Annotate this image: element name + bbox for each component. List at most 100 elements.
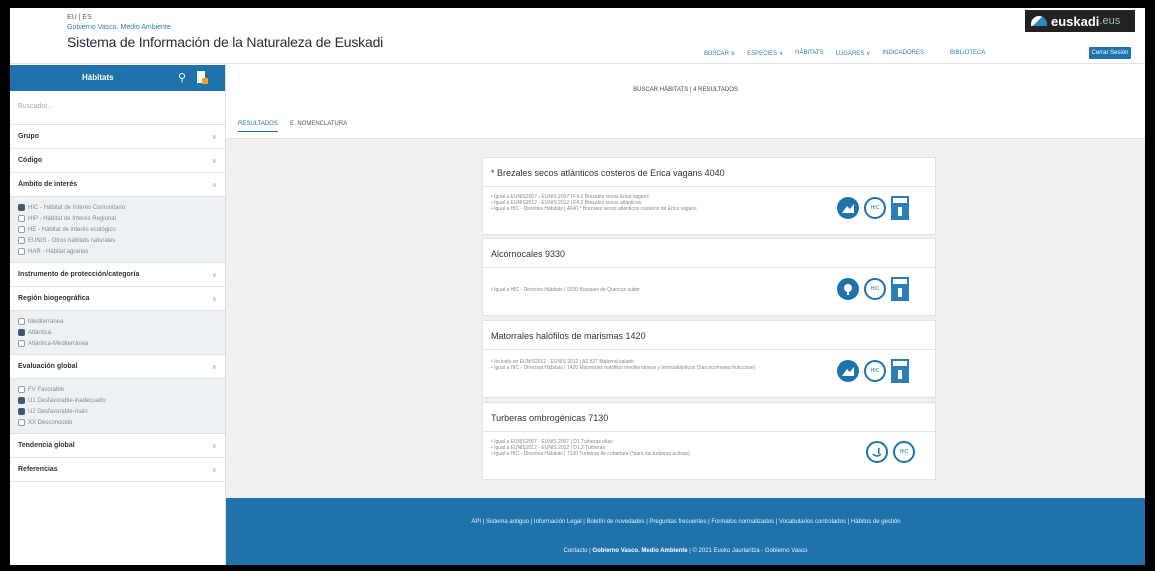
search-input[interactable]: Buscador... (10, 91, 225, 125)
hic-icon[interactable]: HIC (864, 360, 886, 382)
checkbox[interactable] (18, 248, 25, 255)
hic-icon[interactable]: HIC (864, 197, 886, 219)
checkbox[interactable] (18, 340, 25, 347)
euskadi-logo-icon (1031, 16, 1047, 26)
footer-copyright: Contacto | Gobierno Vasco. Medio Ambient… (563, 548, 808, 554)
map-icon[interactable] (196, 70, 208, 85)
option-region-0[interactable]: Mediterránea (18, 316, 217, 327)
nav-habitats[interactable]: HÁBITATS (795, 50, 823, 57)
filter-codigo[interactable]: Código ∨ (10, 149, 225, 173)
search-icon[interactable]: ⚲ (178, 71, 186, 84)
logo-text: euskadi (1051, 13, 1100, 29)
checkbox[interactable] (18, 397, 25, 404)
option-evaluacion-2[interactable]: U2 Desfavorable-malo (18, 406, 217, 417)
nav-buscar[interactable]: Buscar ∨ (704, 50, 735, 57)
copyright-text: © 2021 Eusko Jaurlaritza - Gobierno Vasc… (692, 548, 808, 554)
wetland-icon[interactable] (866, 441, 888, 463)
habitat-card[interactable]: Turberas ombrogénicas 7130 • Igual a EUN… (482, 402, 936, 480)
filter-sidebar: Hábitats ⚲ Buscador... Grupo ∨ Código ∨ Ám… (10, 65, 226, 565)
option-ambito-2[interactable]: HE - Hábitat de interés ecológico (18, 224, 217, 235)
site-footer: API | Sistema antiguo | Información Lega… (226, 498, 1145, 565)
option-ambito-1[interactable]: HIP - Hábitat de Interés Regional (18, 213, 217, 224)
footer-links[interactable]: API | Sistema antiguo | Información Lega… (386, 518, 986, 527)
option-evaluacion-1[interactable]: U1 Desfavorable-inadecuado (18, 395, 217, 406)
tab-resultados[interactable]: RESULTADOS (238, 121, 278, 132)
ficha-icon[interactable] (891, 196, 909, 220)
nav-lugares[interactable]: LUGARES ∨ (836, 50, 871, 57)
habitat-title[interactable]: Turberas ombrogénicas 7130 (491, 413, 608, 423)
hic-icon[interactable]: HIC (893, 441, 915, 463)
chevron-down-icon: ∨ (211, 133, 217, 141)
sidebar-title: Hábitats (82, 73, 114, 82)
chevron-up-icon: ∧ (211, 295, 217, 303)
filter-evaluacion[interactable]: Evaluación global ∧ (10, 355, 225, 379)
habitat-card[interactable]: Matorrales halófilos de marismas 1420 • … (482, 320, 936, 398)
checkbox[interactable] (18, 215, 25, 222)
habitat-relations: • Incluido en EUNIS2012 - EUNIS 2012 | A… (491, 359, 756, 371)
habitat-title[interactable]: Alcornocales 9330 (491, 249, 565, 259)
habitat-relations: • Igual a HIC - Directiva Hábitats | 933… (491, 287, 640, 293)
checkbox[interactable] (18, 226, 25, 233)
option-ambito-3[interactable]: EUNIS - Otros hábitats naturales (18, 235, 217, 246)
filter-tendencia[interactable]: Tendencia global ∨ (10, 434, 225, 458)
habitat-icon[interactable] (837, 360, 859, 382)
ficha-icon[interactable] (891, 277, 909, 301)
org-link[interactable]: Gobierno Vasco. Medio Ambiente (592, 548, 687, 554)
option-evaluacion-3[interactable]: XX Desconocido (18, 417, 217, 428)
checkbox[interactable] (18, 419, 25, 426)
filter-region[interactable]: Región biogeográfica ∧ (10, 287, 225, 311)
filter-ambito[interactable]: Ámbito de interés ∧ (10, 173, 225, 197)
hic-icon[interactable]: HIC (864, 278, 886, 300)
checkbox[interactable] (18, 237, 25, 244)
logo-suffix: .eus (1099, 15, 1121, 27)
filter-grupo[interactable]: Grupo ∨ (10, 125, 225, 149)
option-region-1[interactable]: Atlántica (18, 327, 217, 338)
filter-instrumento[interactable]: Instrumento de protección/categoría ∨ (10, 263, 225, 287)
chevron-down-icon: ∨ (211, 466, 217, 474)
evaluacion-options: FV Favorable U1 Desfavorable-inadecuado … (10, 379, 225, 434)
logout-button[interactable]: Cerrar Sesión (1089, 47, 1131, 59)
ficha-icon[interactable] (891, 359, 909, 383)
chevron-up-icon: ∧ (211, 363, 217, 371)
language-switcher[interactable]: EU | ES (67, 14, 92, 21)
nav-especies[interactable]: ESPECIES ∨ (747, 50, 783, 57)
tab-nomenclatura[interactable]: E. NOMENCLATURA (290, 121, 347, 127)
results-count: BUSCAR HÁBITATS | 4 RESULTADOS (633, 87, 738, 93)
habitat-relations: • Igual a EUNIS2007 - EUNIS 2007 | D1 Tu… (491, 439, 690, 457)
browser-viewport: EU | ES Gobierno Vasco. Medio Ambiente S… (10, 8, 1145, 565)
habitat-title[interactable]: * Brezales secos atlánticos costeros de … (491, 168, 725, 178)
option-ambito-0[interactable]: HIC - Hábitat de Interés Comunitario (18, 202, 217, 213)
checkbox[interactable] (18, 329, 25, 336)
gov-link[interactable]: Gobierno Vasco. Medio Ambiente (67, 24, 171, 31)
habitat-relations: • Igual a EUNIS2007 - EUNIS 2007 | F4.2 … (491, 194, 697, 212)
option-evaluacion-0[interactable]: FV Favorable (18, 384, 217, 395)
results-bar: BUSCAR HÁBITATS | 4 RESULTADOS (226, 65, 1145, 105)
checkbox[interactable] (18, 318, 25, 325)
chevron-down-icon: ∨ (211, 442, 217, 450)
contact-link[interactable]: Contacto (563, 548, 587, 554)
option-region-2[interactable]: Atlántica-Mediterránea (18, 338, 217, 349)
sidebar-header: Hábitats ⚲ (10, 65, 225, 91)
option-ambito-4[interactable]: HAR - Hábitat agrarios (18, 246, 217, 257)
nav-indicadores[interactable]: INDICADORES (882, 50, 924, 57)
habitat-icon[interactable] (837, 197, 859, 219)
top-nav: Buscar ∨ ESPECIES ∨ HÁBITATS LUGARES ∨ I… (704, 50, 985, 57)
region-options: Mediterránea Atlántica Atlántica-Mediter… (10, 311, 225, 355)
results-area: BUSCAR HÁBITATS | 4 RESULTADOS RESULTADO… (226, 65, 1145, 498)
checkbox[interactable] (18, 408, 25, 415)
filter-referencias[interactable]: Referencias ∨ (10, 458, 225, 482)
tab-bar: RESULTADOS E. NOMENCLATURA (226, 105, 1145, 139)
habitat-card[interactable]: Alcornocales 9330 • Igual a HIC - Direct… (482, 238, 936, 316)
site-header: EU | ES Gobierno Vasco. Medio Ambiente S… (10, 8, 1145, 64)
chevron-down-icon: ∨ (211, 157, 217, 165)
checkbox[interactable] (18, 386, 25, 393)
nav-biblioteca[interactable]: BIBLIOTECA (950, 50, 985, 57)
habitat-card[interactable]: * Brezales secos atlánticos costeros de … (482, 157, 936, 235)
forest-icon[interactable] (837, 278, 859, 300)
site-title[interactable]: Sistema de Información de la Naturaleza … (67, 34, 383, 50)
ambito-options: HIC - Hábitat de Interés Comunitario HIP… (10, 197, 225, 263)
euskadi-logo[interactable]: euskadi .eus (1025, 10, 1135, 32)
habitat-title[interactable]: Matorrales halófilos de marismas 1420 (491, 331, 646, 341)
checkbox[interactable] (18, 204, 25, 211)
chevron-up-icon: ∧ (211, 181, 217, 189)
